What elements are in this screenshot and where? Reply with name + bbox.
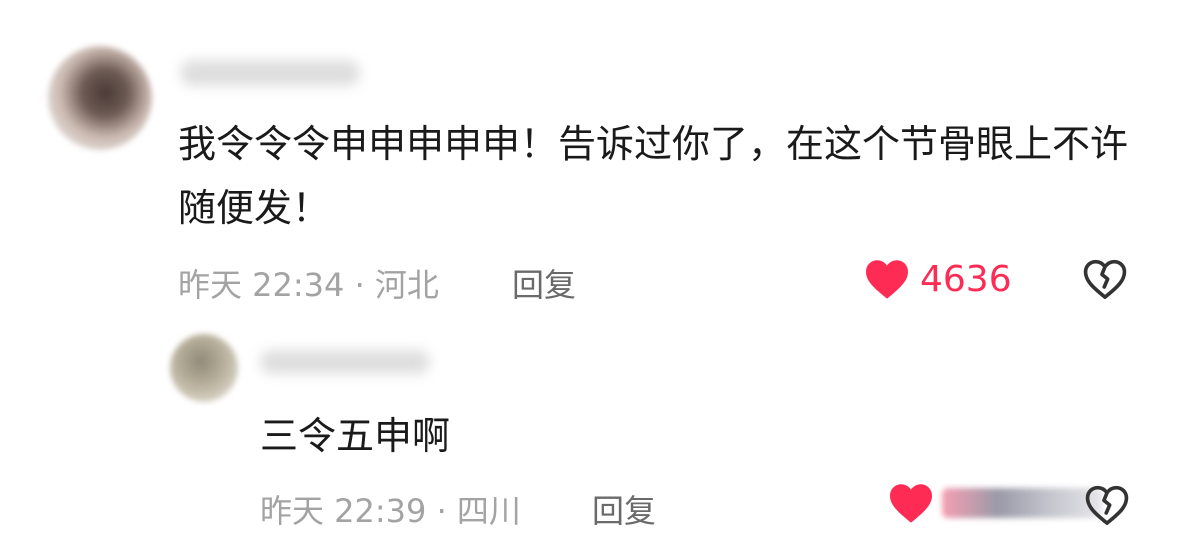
reply-meta: 昨天 22:39 · 四川 [260, 492, 521, 530]
replier-avatar[interactable] [170, 334, 238, 402]
reply-button[interactable]: 回复 [592, 486, 656, 532]
like-button[interactable]: 4636 [864, 258, 1012, 300]
broken-heart-icon[interactable] [1082, 258, 1128, 304]
commenter-name-blurred[interactable] [180, 60, 360, 86]
commenter-avatar[interactable] [48, 46, 152, 150]
heart-icon [888, 482, 934, 524]
heart-icon [864, 258, 910, 300]
like-button[interactable] [888, 482, 1102, 524]
like-count: 4636 [920, 258, 1012, 300]
replier-name-blurred[interactable] [260, 350, 430, 374]
comment-text: 我令令令申申申申申！告诉过你了，在这个节骨眼上不许随便发！ [178, 122, 1129, 230]
comment-meta: 昨天 22:34 · 河北 [178, 266, 439, 304]
like-count-obscured [942, 488, 1102, 518]
reply-button[interactable]: 回复 [512, 260, 576, 306]
broken-heart-icon[interactable] [1084, 484, 1130, 530]
reply-text: 三令五申啊 [260, 414, 451, 458]
